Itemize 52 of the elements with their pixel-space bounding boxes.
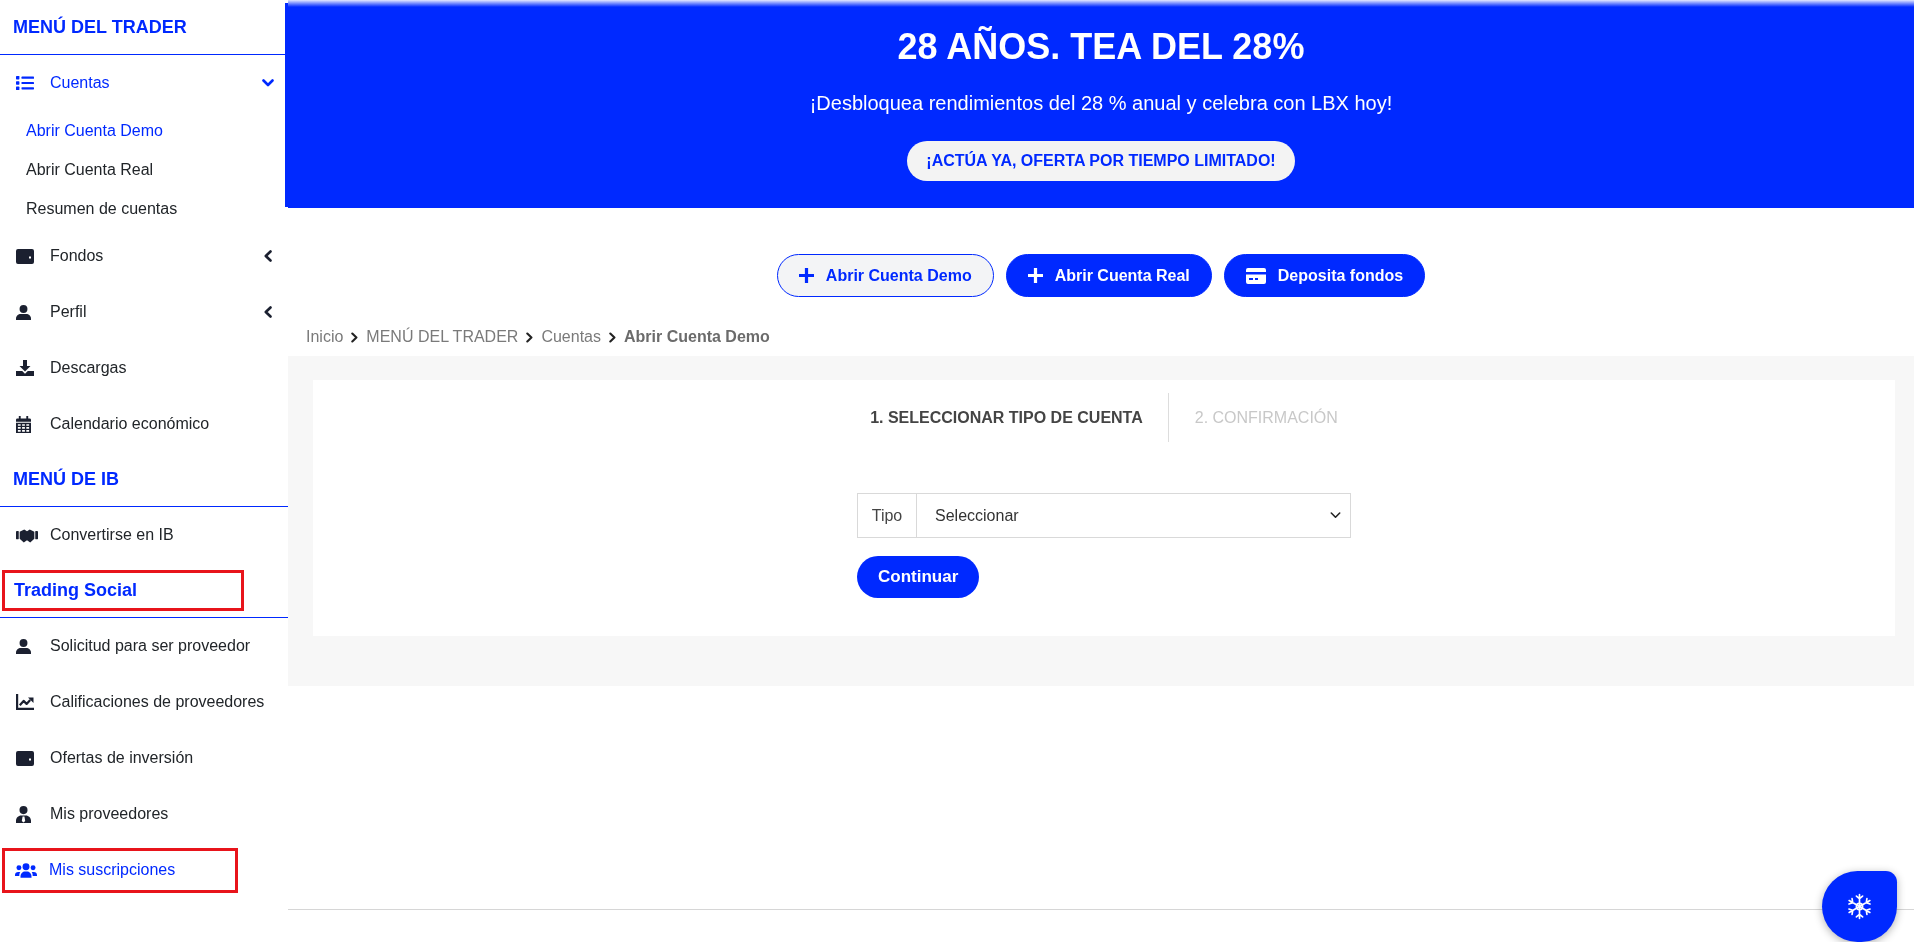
section-title: Trading Social xyxy=(14,579,138,601)
sidebar-item[interactable]: Calendario económico xyxy=(16,412,274,436)
users-icon xyxy=(15,862,37,878)
snowflake-icon xyxy=(1846,893,1873,920)
offer-button[interactable]: ¡ACTÚA YA, OFERTA POR TIEMPO LIMITADO! xyxy=(907,141,1295,181)
banner-subtitle: ¡Desbloquea rendimientos del 28 % anual y celebra con LBX hoy! xyxy=(809,91,1393,115)
sidebar-item[interactable]: Convertirse en IB xyxy=(16,523,274,547)
wallet-icon xyxy=(16,248,34,264)
submenu-item[interactable]: Abrir Cuenta Real xyxy=(26,159,154,180)
wallet-icon xyxy=(16,750,34,766)
credit-card-icon xyxy=(1245,267,1266,284)
chart-line-icon xyxy=(16,694,34,710)
plus-icon xyxy=(798,268,814,283)
download-icon xyxy=(16,360,34,376)
plus-icon xyxy=(1027,268,1043,283)
sidebar-item[interactable]: Mis suscripciones xyxy=(15,858,225,882)
breadcrumb-current: Abrir Cuenta Demo xyxy=(624,327,770,347)
sidebar-item[interactable]: Ofertas de inversión xyxy=(16,746,274,770)
breadcrumb-link[interactable]: MENÚ DEL TRADER xyxy=(366,327,519,347)
wizard-step: 1. SELECCIONAR TIPO DE CUENTA xyxy=(870,407,1143,428)
floating-action-button[interactable] xyxy=(1822,871,1897,942)
action-button[interactable]: Abrir Cuenta Demo xyxy=(776,254,994,297)
submenu-item[interactable]: Abrir Cuenta Demo xyxy=(26,120,163,141)
sidebar-item[interactable]: Mis proveedores xyxy=(16,802,274,826)
action-button[interactable]: Abrir Cuenta Real xyxy=(1005,254,1212,297)
chevron-down-icon xyxy=(1330,512,1341,519)
user-icon xyxy=(16,638,31,654)
calendar-icon xyxy=(16,415,31,433)
section-title: MENÚ DEL TRADER xyxy=(13,16,187,38)
handshake-icon xyxy=(16,527,38,543)
chevron-right-icon xyxy=(526,331,534,343)
sidebar-item[interactable]: Perfil xyxy=(16,300,274,324)
sidebar-item[interactable]: Calificaciones de proveedores xyxy=(16,690,274,714)
action-button[interactable]: Deposita fondos xyxy=(1223,254,1426,297)
sidebar-item[interactable]: Cuentas xyxy=(16,71,274,95)
continue-button[interactable]: Continuar xyxy=(857,556,980,598)
user-tie-icon xyxy=(16,805,31,823)
sidebar-item[interactable]: Descargas xyxy=(16,356,274,380)
field-label: Tipo xyxy=(857,493,917,538)
breadcrumb-link[interactable]: Cuentas xyxy=(541,327,601,347)
scrollbar-thumb[interactable] xyxy=(285,3,288,207)
sidebar-item[interactable]: Fondos xyxy=(16,244,274,268)
submenu-item[interactable]: Resumen de cuentas xyxy=(26,198,178,219)
list-icon xyxy=(16,76,34,90)
banner-title: 28 AÑOS. TEA DEL 28% xyxy=(897,27,1305,67)
select-field[interactable]: Seleccionar xyxy=(917,493,1351,538)
user-icon xyxy=(16,304,31,320)
chevron-right-icon xyxy=(609,331,616,343)
sidebar-item[interactable]: Solicitud para ser proveedor xyxy=(16,634,274,658)
breadcrumb-link[interactable]: Inicio xyxy=(306,327,344,347)
section-title: MENÚ DE IB xyxy=(13,468,119,490)
chevron-right-icon xyxy=(351,331,359,343)
